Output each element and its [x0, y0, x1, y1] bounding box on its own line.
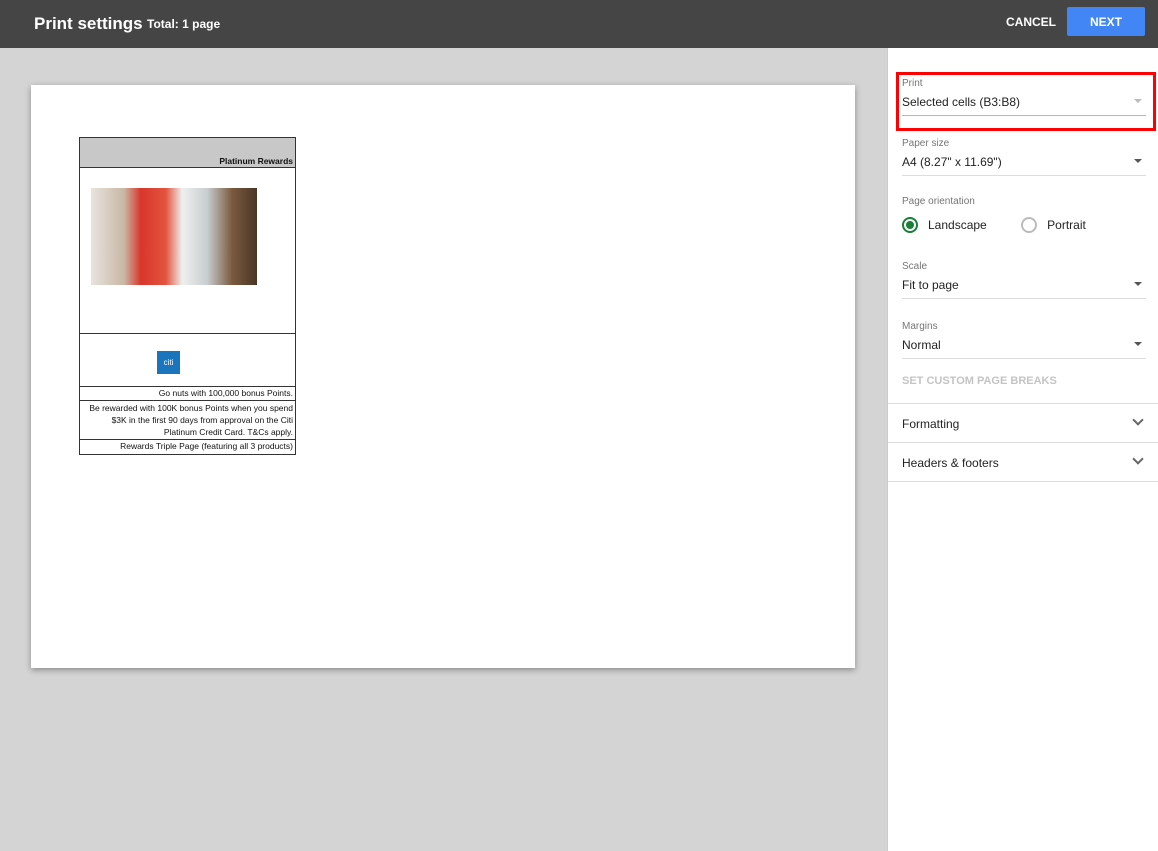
scale-value: Fit to page — [902, 278, 959, 292]
paper-size-select[interactable]: Paper size A4 (8.27" x 11.69") — [902, 138, 1146, 176]
formatting-section[interactable]: Formatting — [888, 403, 1158, 442]
radio-unchecked-icon — [1021, 217, 1038, 233]
preview-table: Platinum Rewards citi Go nuts with 100,0… — [79, 137, 296, 455]
dropdown-arrow-icon — [1134, 342, 1142, 346]
preview-row-footer: Rewards Triple Page (featuring all 3 pro… — [120, 441, 293, 451]
margins-value: Normal — [902, 338, 941, 352]
dropdown-arrow-icon — [1134, 99, 1142, 103]
page-count: Total: 1 page — [147, 17, 221, 31]
paper-size-label: Paper size — [902, 138, 950, 149]
preview-row-image — [80, 168, 295, 334]
radio-landscape[interactable]: Landscape — [902, 217, 987, 233]
radio-checked-icon — [902, 217, 918, 233]
preview-row-title: Platinum Rewards — [80, 138, 295, 168]
preview-row-headline: Go nuts with 100,000 bonus Points. — [80, 387, 295, 401]
dropdown-arrow-icon — [1134, 159, 1142, 163]
top-bar: Print settings Total: 1 page CANCEL NEXT — [0, 0, 1158, 48]
paper-size-value: A4 (8.27" x 11.69") — [902, 155, 1002, 169]
scale-select[interactable]: Scale Fit to page — [902, 261, 1146, 299]
orientation-group: Page orientation Landscape Portrait — [902, 196, 1146, 238]
margins-select[interactable]: Margins Normal — [902, 321, 1146, 359]
custom-page-breaks-button[interactable]: SET CUSTOM PAGE BREAKS — [902, 375, 1057, 387]
radio-portrait[interactable]: Portrait — [1021, 217, 1086, 233]
print-preview-page: Platinum Rewards citi Go nuts with 100,0… — [31, 85, 855, 668]
dropdown-arrow-icon — [1134, 282, 1142, 286]
headers-footers-section[interactable]: Headers & footers — [888, 442, 1158, 482]
print-select[interactable]: Print Selected cells (B3:B8) — [902, 78, 1146, 116]
next-button[interactable]: NEXT — [1067, 7, 1145, 36]
print-label: Print — [902, 78, 923, 89]
scale-label: Scale — [902, 261, 928, 272]
headers-footers-label: Headers & footers — [902, 456, 999, 470]
margins-label: Margins — [902, 321, 938, 332]
promo-photo — [91, 188, 257, 285]
settings-panel: Print Selected cells (B3:B8) Paper size … — [887, 48, 1158, 851]
chevron-down-icon — [1132, 453, 1144, 465]
print-value: Selected cells (B3:B8) — [902, 95, 1021, 109]
chevron-down-icon — [1132, 414, 1144, 426]
cancel-button[interactable]: CANCEL — [1006, 15, 1056, 29]
formatting-label: Formatting — [902, 417, 960, 431]
preview-row-logo: citi — [80, 334, 295, 387]
preview-row-body: Be rewarded with 100K bonus Points when … — [80, 401, 295, 440]
landscape-label: Landscape — [928, 218, 987, 232]
portrait-label: Portrait — [1047, 218, 1086, 232]
orientation-label: Page orientation — [902, 196, 975, 207]
citi-logo: citi — [157, 351, 180, 374]
page-title: Print settings — [34, 14, 143, 33]
